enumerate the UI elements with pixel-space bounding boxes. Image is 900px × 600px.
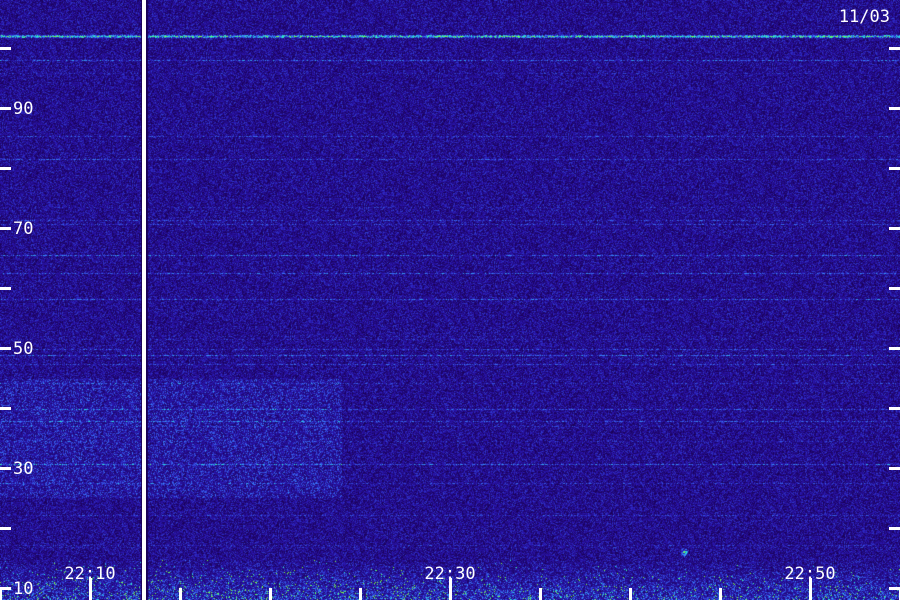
y-tick-left xyxy=(0,467,11,470)
y-tick-right xyxy=(889,407,900,410)
y-tick-right xyxy=(889,227,900,230)
y-tick-label: 10 xyxy=(13,579,33,599)
x-tick-minor xyxy=(629,588,632,600)
y-tick-left xyxy=(0,167,11,170)
y-tick-right xyxy=(889,467,900,470)
y-tick-right xyxy=(889,287,900,290)
y-tick-right xyxy=(889,347,900,350)
x-tick-minor xyxy=(359,588,362,600)
date-label: 11/03 xyxy=(839,7,890,27)
x-tick-minor xyxy=(179,588,182,600)
y-tick-left xyxy=(0,347,11,350)
y-tick-left xyxy=(0,107,11,110)
y-tick-left xyxy=(0,527,11,530)
x-tick-minor xyxy=(269,588,272,600)
y-tick-right xyxy=(889,107,900,110)
y-tick-left xyxy=(0,287,11,290)
x-tick-minor xyxy=(0,588,2,600)
y-tick-right xyxy=(889,527,900,530)
y-tick-right xyxy=(889,167,900,170)
y-tick-left xyxy=(0,227,11,230)
x-tick-label: 22:10 xyxy=(64,564,115,584)
y-tick-label: 30 xyxy=(13,459,33,479)
x-tick-label: 22:30 xyxy=(424,564,475,584)
y-tick-label: 50 xyxy=(13,339,33,359)
y-tick-left xyxy=(0,47,11,50)
y-tick-label: 70 xyxy=(13,219,33,239)
y-tick-right xyxy=(889,587,900,590)
spectrogram-axes: 10 30 50 70 90 22:10 22:30 22:50 11/03 xyxy=(0,0,900,600)
x-tick-label: 22:50 xyxy=(784,564,835,584)
y-tick-label: 90 xyxy=(13,99,33,119)
x-tick-minor xyxy=(539,588,542,600)
y-tick-right xyxy=(889,47,900,50)
y-tick-left xyxy=(0,407,11,410)
data-gap-line xyxy=(142,0,146,600)
tick-marks xyxy=(0,47,900,600)
x-tick-minor xyxy=(719,588,722,600)
